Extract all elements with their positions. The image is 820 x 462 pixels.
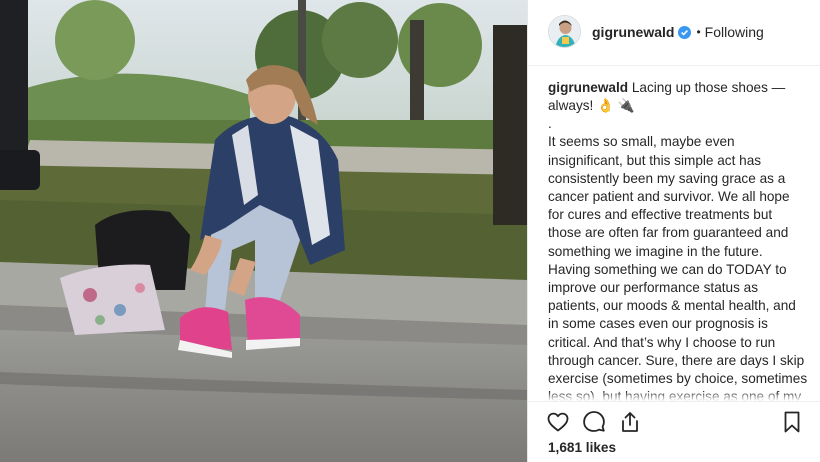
post-photo[interactable] <box>0 0 527 462</box>
verified-badge-icon <box>678 25 692 39</box>
action-bar <box>528 402 820 438</box>
post-header: gigrunewald • Following <box>528 0 820 66</box>
avatar-image <box>549 16 580 47</box>
caption-first-line: gigrunewald Lacing up those shoes — alwa… <box>548 79 808 115</box>
caption-dot: . <box>548 116 552 132</box>
post-caption: gigrunewald Lacing up those shoes — alwa… <box>548 79 808 401</box>
comment-icon[interactable] <box>582 410 606 434</box>
photo-illustration <box>0 0 527 462</box>
username-link[interactable]: gigrunewald <box>592 24 674 40</box>
caption-username-link[interactable]: gigrunewald <box>548 80 628 95</box>
post-details-panel: gigrunewald • Following gigrunewald Laci… <box>528 0 820 462</box>
heart-icon[interactable] <box>546 410 570 434</box>
share-icon[interactable] <box>618 410 642 434</box>
header-meta: gigrunewald • Following <box>592 24 764 40</box>
caption-body: It seems so small, maybe even insignific… <box>548 134 808 401</box>
separator-dot: • <box>696 25 701 39</box>
bookmark-icon[interactable] <box>780 410 804 434</box>
caption-fade <box>548 391 808 401</box>
following-button[interactable]: Following <box>705 24 764 40</box>
avatar[interactable] <box>548 15 581 48</box>
likes-count[interactable]: 1,681 likes <box>548 440 616 455</box>
